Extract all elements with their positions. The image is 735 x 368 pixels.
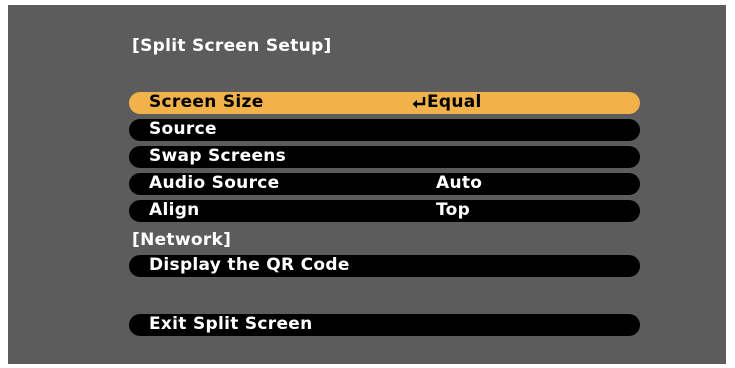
menu-item-label: Align (149, 200, 200, 220)
exit-split-screen-button[interactable]: Exit Split Screen (129, 314, 640, 336)
menu-item-display-qr-code[interactable]: Display the QR Code (129, 255, 640, 277)
menu-item-swap-screens[interactable]: Swap Screens (129, 146, 640, 168)
menu-item-align[interactable]: Align Top (129, 200, 640, 222)
menu-item-value: Equal (427, 92, 482, 112)
network-section-heading: [Network] (132, 230, 232, 250)
osd-menu-screen: [Split Screen Setup] Screen Size Equal S… (8, 5, 726, 364)
enter-icon (412, 97, 426, 109)
menu-item-source[interactable]: Source (129, 119, 640, 141)
menu-item-screen-size[interactable]: Screen Size Equal (129, 92, 640, 114)
menu-item-label: Audio Source (149, 173, 280, 193)
menu-item-label: Display the QR Code (149, 255, 350, 275)
menu-item-value: Auto (436, 173, 483, 193)
menu-item-label: Exit Split Screen (149, 314, 313, 334)
menu-item-value: Top (436, 200, 471, 220)
menu-item-label: Source (149, 119, 217, 139)
menu-item-label: Screen Size (149, 92, 264, 112)
menu-item-label: Swap Screens (149, 146, 287, 166)
menu-item-audio-source[interactable]: Audio Source Auto (129, 173, 640, 195)
menu-title: [Split Screen Setup] (132, 36, 332, 56)
